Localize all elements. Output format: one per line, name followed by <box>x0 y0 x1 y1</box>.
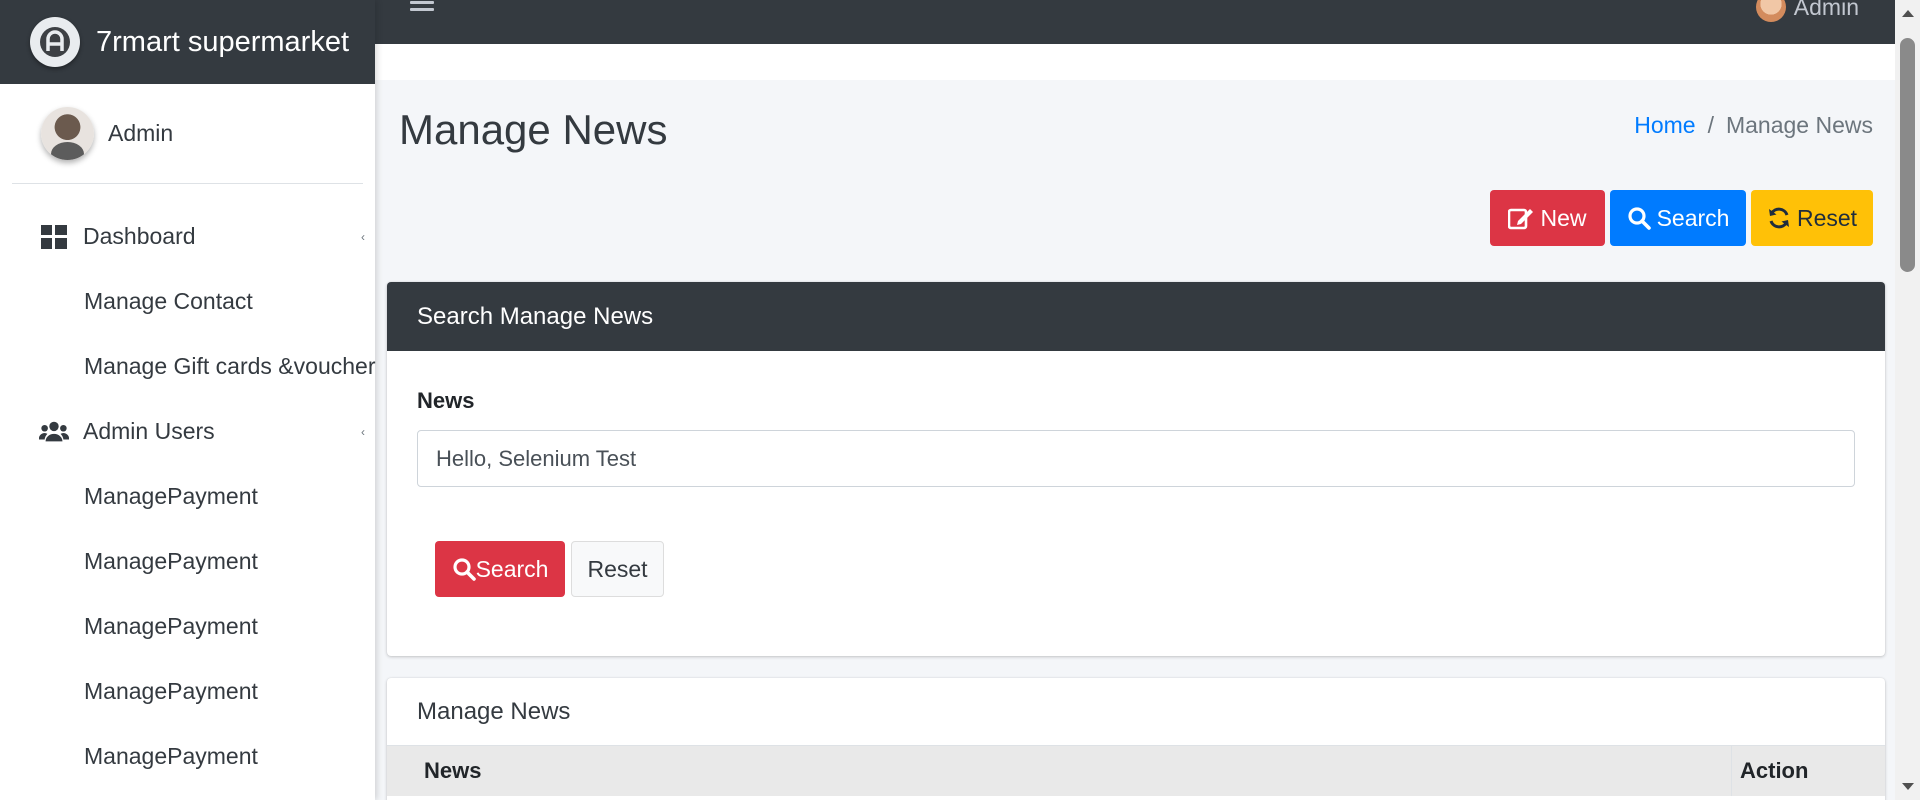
top-user-menu[interactable]: Admin <box>1755 0 1859 22</box>
chevron-left-icon: ‹ <box>361 425 365 439</box>
sidebar: 7rmart supermarket Admin Dashboard ‹ Man… <box>0 0 375 800</box>
hamburger-menu-icon[interactable] <box>410 0 434 12</box>
table-header-row: News Action <box>387 746 1885 796</box>
brand-logo-icon <box>30 17 80 67</box>
dashboard-grid-icon <box>39 222 69 252</box>
search-reset-label: Reset <box>587 555 648 582</box>
search-icon <box>1627 207 1651 230</box>
sidebar-item-label: ManagePayment <box>84 613 258 639</box>
breadcrumb-home-link[interactable]: Home <box>1634 112 1695 139</box>
action-bar: New Search Reset <box>1490 190 1873 246</box>
news-list-card: Manage News News Action <box>387 678 1885 800</box>
top-user-avatar <box>1755 0 1786 22</box>
column-header-action: Action <box>1740 758 1809 783</box>
sidebar-item-manage-payment[interactable]: ManagePayment <box>0 594 375 659</box>
users-icon <box>39 417 69 447</box>
edit-icon <box>1508 208 1534 230</box>
sidebar-item-label: ManagePayment <box>84 678 258 704</box>
search-button-label: Search <box>1656 204 1730 231</box>
breadcrumb-current: Manage News <box>1725 112 1873 138</box>
sidebar-item-manage-contact[interactable]: Manage Contact <box>0 269 375 334</box>
top-user-name: Admin <box>1793 0 1859 20</box>
new-button[interactable]: New <box>1490 190 1605 246</box>
sidebar-item-label: Admin Users <box>83 418 215 444</box>
page-title: Manage News <box>399 106 668 153</box>
search-reset-button[interactable]: Reset <box>571 541 664 597</box>
new-button-label: New <box>1540 204 1587 231</box>
sidebar-item-label: Dashboard <box>83 223 196 249</box>
search-card-header: Search Manage News <box>387 282 1885 351</box>
news-search-input[interactable] <box>417 430 1855 487</box>
brand-name: 7rmart supermarket <box>96 25 350 58</box>
breadcrumb-separator: / <box>1707 112 1714 138</box>
user-avatar <box>41 107 94 160</box>
content-top-strip <box>375 44 1895 80</box>
page-scrollbar[interactable] <box>1895 0 1920 800</box>
scroll-up-arrow-icon[interactable] <box>1902 10 1914 17</box>
search-card: Search Manage News News Search Reset <box>387 282 1885 656</box>
sidebar-item-label: ManagePayment <box>84 483 258 509</box>
brand-link[interactable]: 7rmart supermarket <box>0 0 375 84</box>
sidebar-item-label: Manage Gift cards &voucher <box>84 353 376 379</box>
chevron-left-icon: ‹ <box>361 230 365 244</box>
search-icon <box>452 558 476 581</box>
search-submit-label: Search <box>475 555 549 582</box>
sidebar-item-label: ManagePayment <box>84 743 258 769</box>
scrollbar-thumb[interactable] <box>1900 38 1915 272</box>
scroll-down-arrow-icon[interactable] <box>1902 783 1914 790</box>
top-navbar: Admin <box>375 0 1895 44</box>
search-form-buttons: Search Reset <box>435 541 664 597</box>
search-submit-button[interactable]: Search <box>435 541 565 597</box>
sidebar-item-manage-payment[interactable]: ManagePayment <box>0 724 375 789</box>
breadcrumb: Home / Manage News <box>1634 112 1873 139</box>
sidebar-item-label: ManagePayment <box>84 548 258 574</box>
sidebar-nav: Dashboard ‹ Manage Contact Manage Gift c… <box>0 184 375 789</box>
user-panel[interactable]: Admin <box>12 84 363 184</box>
sidebar-item-manage-payment[interactable]: ManagePayment <box>0 529 375 594</box>
sidebar-item-manage-payment[interactable]: ManagePayment <box>0 659 375 724</box>
user-panel-name: Admin <box>108 120 174 146</box>
sidebar-item-label: Manage Contact <box>84 288 253 314</box>
news-list-title: Manage News <box>387 678 1885 746</box>
search-button[interactable]: Search <box>1610 190 1746 246</box>
news-field-label: News <box>417 388 475 413</box>
sidebar-item-dashboard[interactable]: Dashboard ‹ <box>0 204 375 269</box>
column-header-news: News <box>387 746 1732 796</box>
sidebar-item-admin-users[interactable]: Admin Users ‹ <box>0 399 375 464</box>
refresh-icon <box>1768 207 1789 229</box>
sidebar-item-manage-payment[interactable]: ManagePayment <box>0 464 375 529</box>
reset-button-label: Reset <box>1796 204 1858 231</box>
main-content: Manage News Home / Manage News New Searc… <box>375 80 1895 800</box>
sidebar-item-manage-gift-cards[interactable]: Manage Gift cards &voucher <box>0 334 375 399</box>
reset-button[interactable]: Reset <box>1751 190 1873 246</box>
